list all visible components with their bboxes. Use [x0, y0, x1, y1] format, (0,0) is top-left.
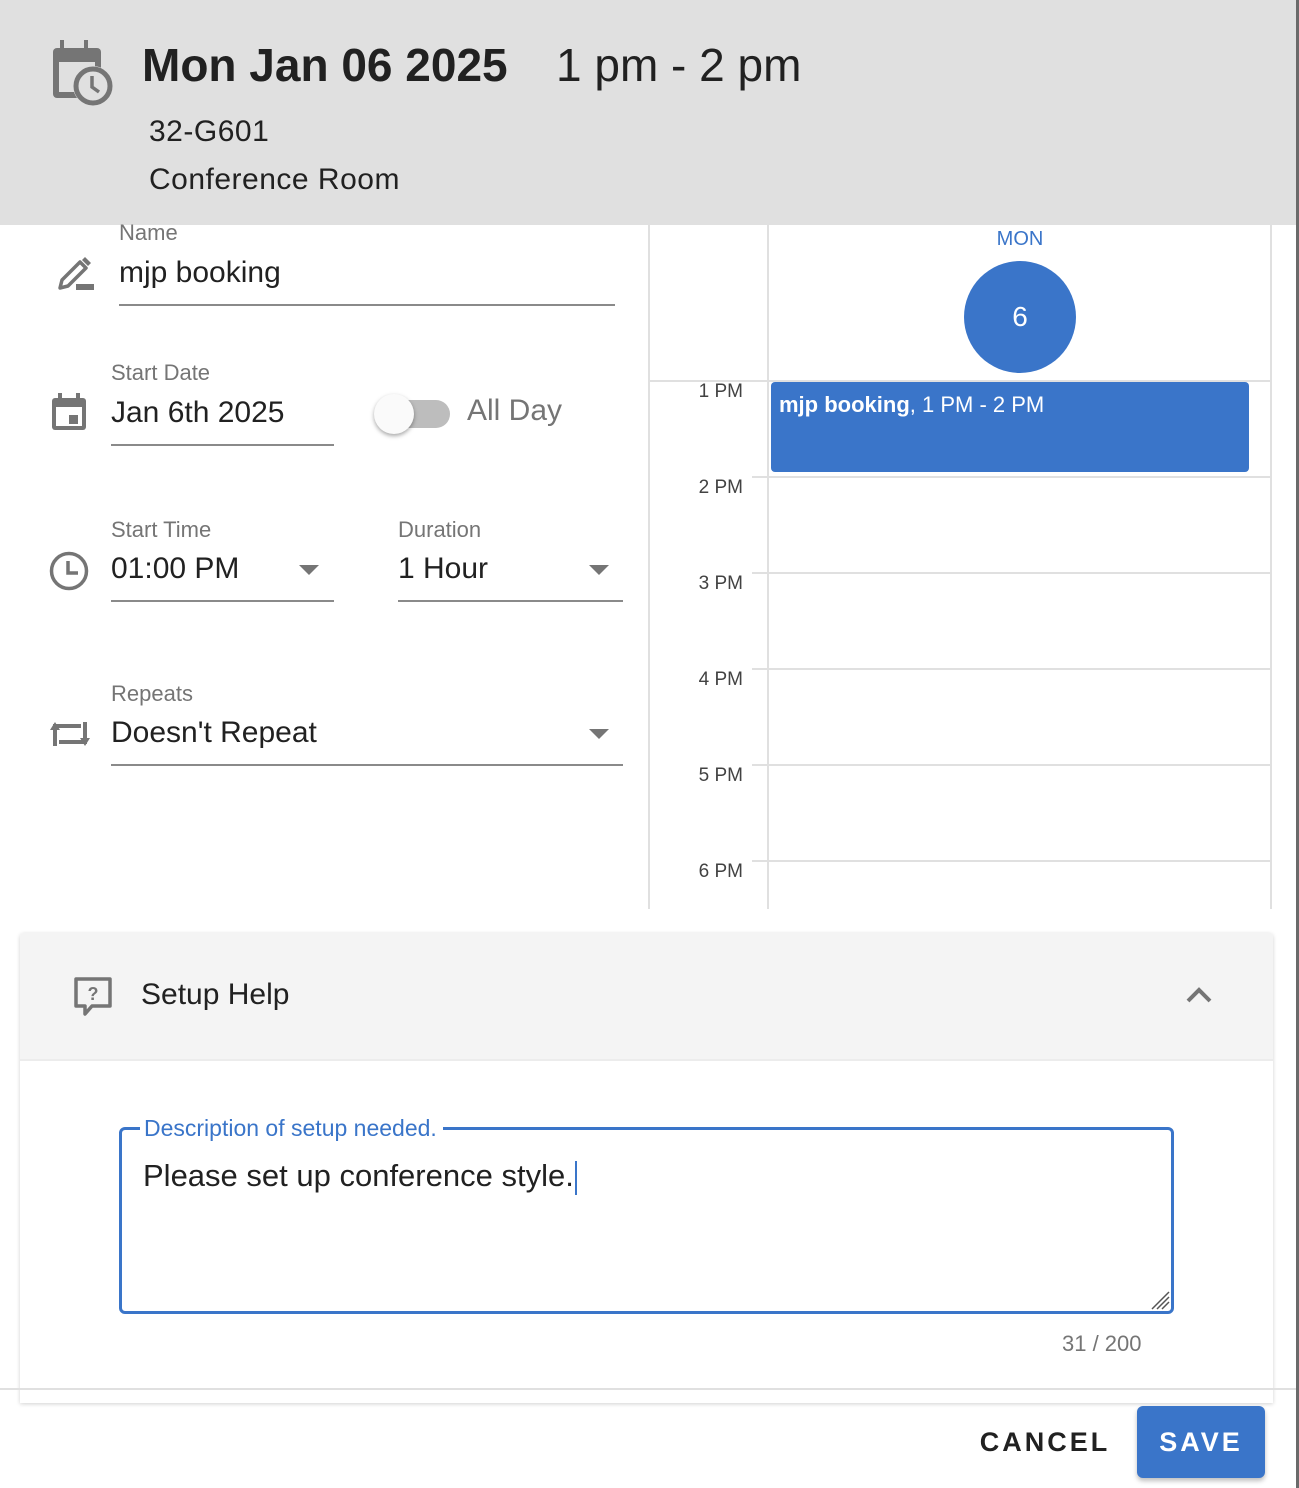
resize-handle-icon[interactable]: [1148, 1288, 1170, 1310]
setup-description-content: Please set up conference style.: [143, 1158, 577, 1195]
hour-gridline: [752, 764, 1270, 766]
setup-help-header[interactable]: ? Setup Help: [20, 933, 1273, 1061]
hour-gridline: [752, 572, 1270, 574]
start-date-input[interactable]: Jan 6th 2025: [111, 396, 333, 430]
text-cursor: [574, 1160, 577, 1195]
save-button[interactable]: SAVE: [1137, 1406, 1265, 1478]
day-name: MON: [996, 228, 1044, 250]
setup-description-label: Description of setup needed.: [140, 1115, 443, 1142]
booking-time-range: 1 pm - 2 pm: [556, 39, 802, 91]
room-type: Conference Room: [149, 163, 400, 196]
hour-label: 3 PM: [698, 573, 743, 594]
event-title: mjp booking: [779, 392, 910, 417]
hour-gridline: [752, 476, 1270, 478]
duration-label: Duration: [398, 517, 482, 542]
repeats-underline: [111, 764, 623, 766]
calendar-right-border: [1270, 225, 1272, 909]
hour-label: 4 PM: [698, 669, 743, 690]
duration-underline: [398, 600, 623, 602]
booking-date: Mon Jan 06 2025: [142, 39, 508, 91]
calendar-icon: [52, 393, 86, 430]
svg-text:?: ?: [88, 984, 99, 1004]
event-time: , 1 PM - 2 PM: [909, 392, 1045, 417]
footer-divider: [0, 1388, 1296, 1390]
start-time-underline: [111, 600, 334, 602]
day-calendar-preview: MON 6 1 PM 2 PM 3 PM 4 PM 5 PM 6 PM mjp booki…: [648, 225, 1274, 909]
repeats-label: Repeats: [111, 681, 193, 706]
chevron-up-icon[interactable]: [1184, 983, 1214, 1007]
setup-description-value: Please set up conference style.: [143, 1158, 574, 1193]
hour-label: 2 PM: [698, 477, 743, 498]
duration-dropdown-icon[interactable]: [589, 565, 609, 575]
edit-pencil-icon: [58, 257, 94, 290]
setup-help-title: Setup Help: [141, 978, 290, 1011]
name-label: Name: [119, 220, 178, 245]
hour-label: 5 PM: [698, 765, 743, 786]
calendar-event[interactable]: mjp booking, 1 PM - 2 PM: [771, 382, 1249, 472]
hour-gridline: [752, 668, 1270, 670]
toggle-thumb: [374, 394, 414, 434]
name-input[interactable]: mjp booking: [119, 256, 614, 290]
setup-help-panel: ? Setup Help Description of setup needed…: [20, 933, 1273, 1403]
hour-label: 6 PM: [698, 861, 743, 882]
dialog-header: Mon Jan 06 2025 1 pm - 2 pm 32-G601 Conf…: [0, 0, 1296, 225]
calendar-clock-icon: [53, 40, 113, 106]
setup-description-textarea[interactable]: Description of setup needed. Please set …: [119, 1115, 1174, 1314]
start-date-label: Start Date: [111, 360, 211, 385]
start-date-underline: [111, 444, 334, 446]
room-number: 32-G601: [149, 115, 270, 148]
all-day-toggle[interactable]: [374, 394, 452, 434]
clock-icon: [49, 551, 89, 591]
character-counter: 31 / 200: [1062, 1331, 1142, 1356]
help-bubble-icon: ?: [74, 977, 112, 1016]
cancel-button[interactable]: CANCEL: [970, 1408, 1120, 1476]
repeats-dropdown-icon[interactable]: [589, 729, 609, 739]
booking-dialog: Mon Jan 06 2025 1 pm - 2 pm 32-G601 Conf…: [0, 0, 1296, 1488]
hour-label: 1 PM: [698, 381, 743, 402]
start-time-label: Start Time: [111, 517, 212, 542]
all-day-label: All Day: [467, 394, 563, 427]
repeat-icon: [50, 722, 90, 746]
calendar-time-gutter-border: [767, 225, 769, 909]
hour-gridline: [752, 860, 1270, 862]
name-underline: [119, 304, 615, 306]
day-number[interactable]: 6: [964, 261, 1076, 373]
calendar-left-border: [648, 225, 650, 909]
start-time-dropdown-icon[interactable]: [299, 565, 319, 575]
repeats-select[interactable]: Doesn't Repeat: [111, 716, 621, 750]
